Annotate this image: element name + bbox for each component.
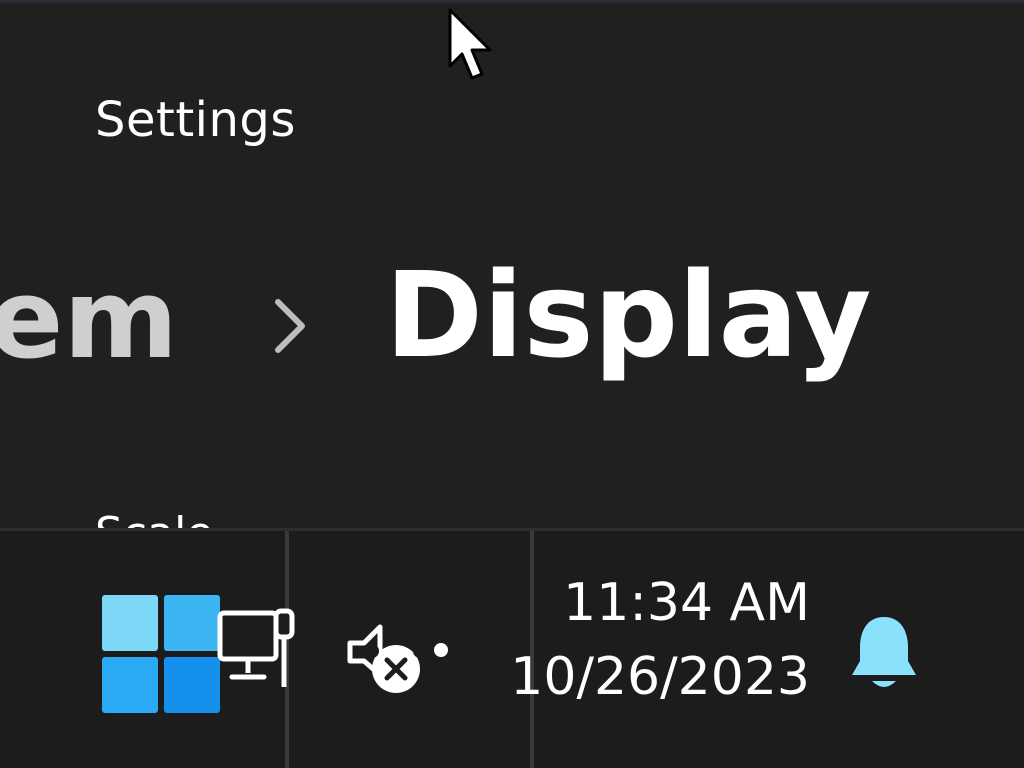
mouse-cursor-icon bbox=[448, 8, 492, 80]
notification-bell-icon[interactable] bbox=[848, 613, 920, 693]
page-title: Display bbox=[385, 246, 872, 384]
volume-muted-icon[interactable] bbox=[344, 617, 424, 697]
app-title: Settings bbox=[95, 92, 296, 148]
breadcrumb-item-system[interactable]: em bbox=[0, 264, 178, 374]
chevron-right-icon bbox=[275, 299, 305, 353]
network-wired-icon[interactable] bbox=[214, 607, 304, 697]
windows-logo-pane bbox=[102, 657, 158, 713]
windows-logo-icon bbox=[102, 595, 158, 651]
windows-logo-pane bbox=[164, 595, 220, 651]
desktop-screen: Settings em Display Scale bbox=[0, 0, 1024, 768]
clock-date: 10/26/2023 bbox=[510, 647, 810, 707]
taskbar: 11:34 AM 10/26/2023 bbox=[0, 528, 1024, 768]
windows-logo-pane bbox=[164, 657, 220, 713]
taskbar-clock[interactable]: 11:34 AM 10/26/2023 bbox=[490, 577, 810, 703]
breadcrumb: em Display bbox=[0, 250, 1024, 390]
status-dot-icon bbox=[434, 643, 448, 657]
clock-time: 11:34 AM bbox=[563, 573, 810, 633]
start-button[interactable] bbox=[102, 595, 220, 713]
window-top-edge bbox=[0, 0, 1024, 4]
